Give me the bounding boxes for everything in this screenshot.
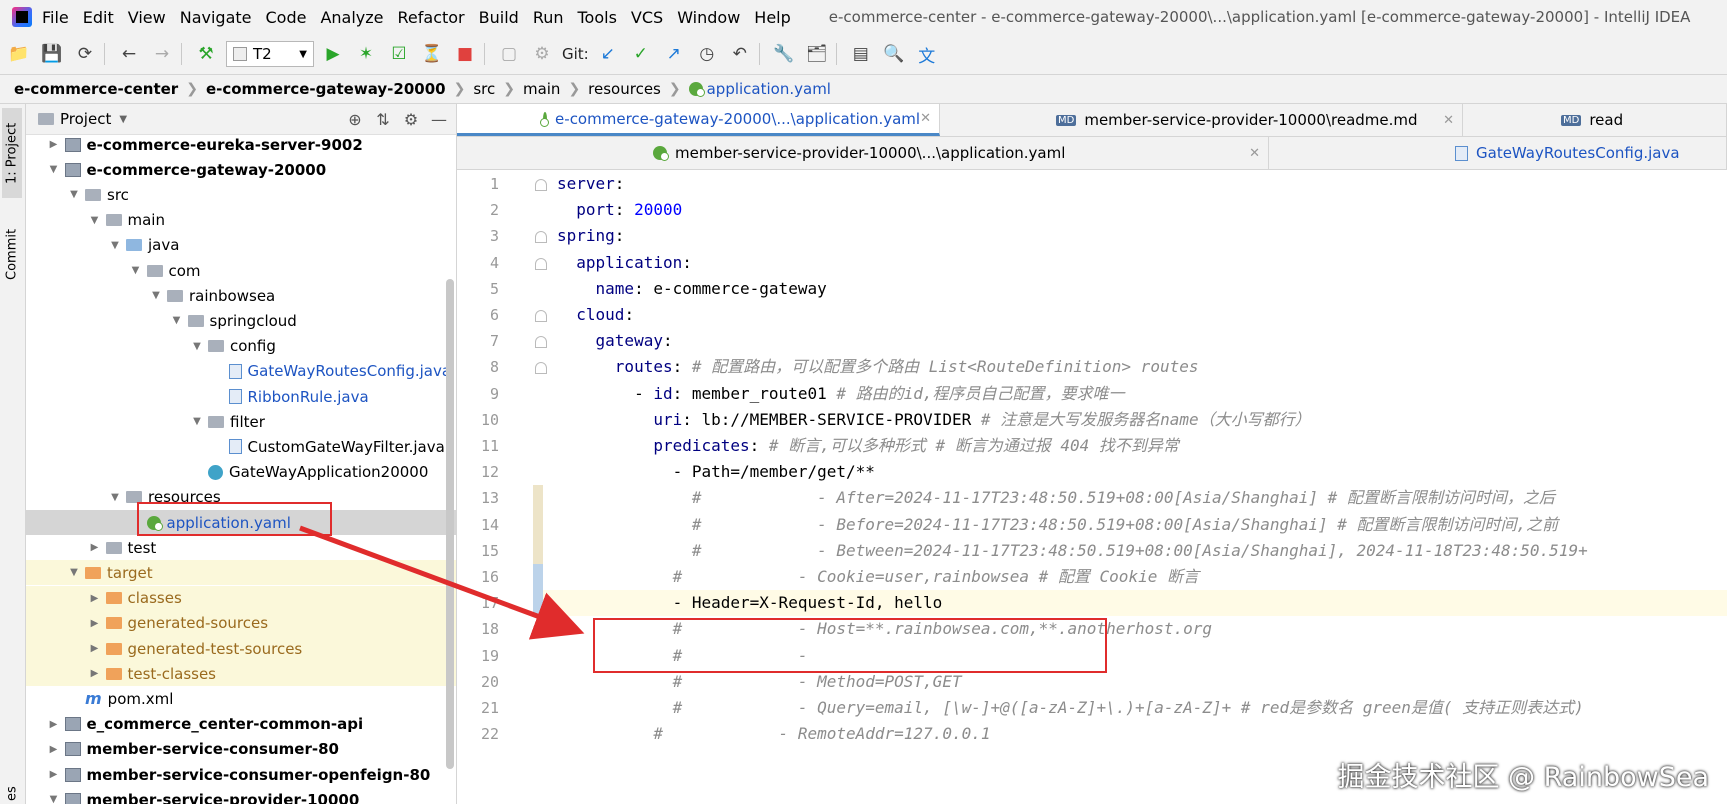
annotation-arrow [299,525,585,640]
watermark: 掘金技术社区 @ RainbowSea [1337,762,1709,793]
